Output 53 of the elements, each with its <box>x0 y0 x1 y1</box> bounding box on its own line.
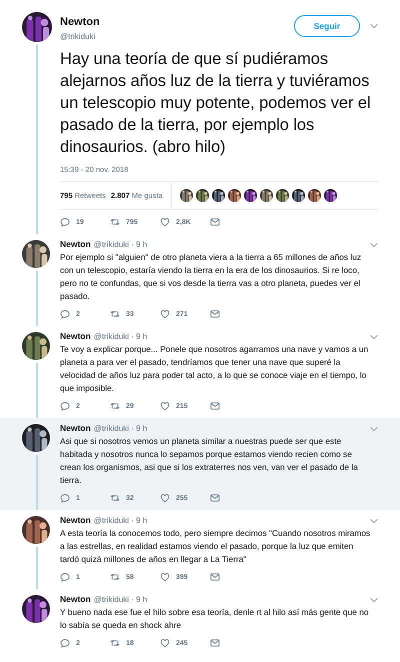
heart-icon[interactable] <box>160 493 170 503</box>
retweet-icon[interactable] <box>110 572 120 582</box>
tweet-text: Por ejemplo si "alguien" de otro planeta viera a la tierra a 65 millones de años luz con un telescopio, estaría viendo la tierra en la era de los dinosaurios. Si re loco, pero no te confundas, que si vos desde la tierra vas a otro planeta, puedes ver el pasado. <box>60 251 362 303</box>
chevron-down-icon[interactable] <box>370 334 378 340</box>
tweet-meta: @trikiduki · 9 h <box>94 515 148 526</box>
chevron-down-icon[interactable] <box>370 23 378 29</box>
user-name[interactable]: Newton <box>60 423 91 434</box>
tweet-meta: @trikiduki · 9 h <box>94 423 148 434</box>
chevron-down-icon[interactable] <box>370 426 378 432</box>
envelope-icon[interactable] <box>210 638 220 648</box>
reply-icon[interactable] <box>60 638 70 648</box>
envelope-icon[interactable] <box>210 401 220 411</box>
tweet-text: Asi que si nosotros vemos un planeta similar a nuestras puede ser que este habitada y nosotros nunca lo sepamos porque estamos viendo recien como se crean los organismos, asi que si los extraterres nos ven, van ver el pasado de la tierra. <box>60 435 359 487</box>
thread-line <box>36 271 38 326</box>
thread-line <box>36 363 38 418</box>
user-name[interactable]: Newton <box>60 15 100 29</box>
reply-icon[interactable] <box>60 493 70 503</box>
envelope-icon[interactable] <box>210 309 220 319</box>
retweet-icon[interactable] <box>110 638 120 648</box>
tweet-text: Hay una teoría de que sí pudiéramos alejarnos años luz de la tierra y tuviéramos un telescopio muy potente, podemos ver el pasado de la tierra, por ejemplo los dinosaurios. (abro hilo) <box>60 49 372 158</box>
tweet-text: Te voy a explicar porque... Ponele que nosotros agarramos una nave y vamos a un planeta a para ver el pasado, tendríamos que tener una nave que superé la velocidad de años luz para poder tal acto, a lo que se conoce viaje en el tiempo, lo que imposible. <box>60 343 370 395</box>
retweet-icon[interactable] <box>110 401 120 411</box>
heart-icon[interactable] <box>160 217 170 227</box>
chevron-down-icon[interactable] <box>370 518 378 524</box>
tweet-meta: @trikiduki · 9 h <box>94 239 148 250</box>
retweet-icon[interactable] <box>110 493 120 503</box>
tweet-text: Y bueno nada ese fue el hilo sobre esa teoría, denle rt al hilo así más gente que no lo sabía se queda en shock ahre <box>60 606 370 632</box>
retweet-icon[interactable] <box>110 217 120 227</box>
reply-icon[interactable] <box>60 401 70 411</box>
heart-icon[interactable] <box>160 638 170 648</box>
user-name[interactable]: Newton <box>60 331 91 342</box>
heart-icon[interactable] <box>160 401 170 411</box>
tweet-row[interactable] <box>0 418 400 510</box>
tweet-meta: @trikiduki · 9 h <box>94 594 148 605</box>
envelope-icon[interactable] <box>210 572 220 582</box>
envelope-icon[interactable] <box>210 493 220 503</box>
user-name[interactable]: Newton <box>60 239 91 250</box>
chevron-down-icon[interactable] <box>370 242 378 248</box>
reply-icon[interactable] <box>60 309 70 319</box>
user-handle[interactable]: @trikiduki <box>60 31 96 42</box>
reply-icon[interactable] <box>60 572 70 582</box>
user-name[interactable]: Newton <box>60 594 91 605</box>
reply-icon[interactable] <box>60 217 70 227</box>
user-name[interactable]: Newton <box>60 515 91 526</box>
envelope-icon[interactable] <box>210 217 220 227</box>
retweet-icon[interactable] <box>110 309 120 319</box>
tweet-meta: @trikiduki · 9 h <box>94 331 148 342</box>
thread-line <box>36 547 38 589</box>
tweet-text: A esta teoría la conocemos todo, pero siempre decimos "Cuando nosotros miramos a las estrellas, en realidad estamos viendo el pasado, porque la luz que emiten tardó quizá millones de años en llegar a La Tierra" <box>60 527 372 566</box>
thread-line <box>36 455 38 510</box>
heart-icon[interactable] <box>160 309 170 319</box>
heart-icon[interactable] <box>160 572 170 582</box>
chevron-down-icon[interactable] <box>370 596 378 602</box>
